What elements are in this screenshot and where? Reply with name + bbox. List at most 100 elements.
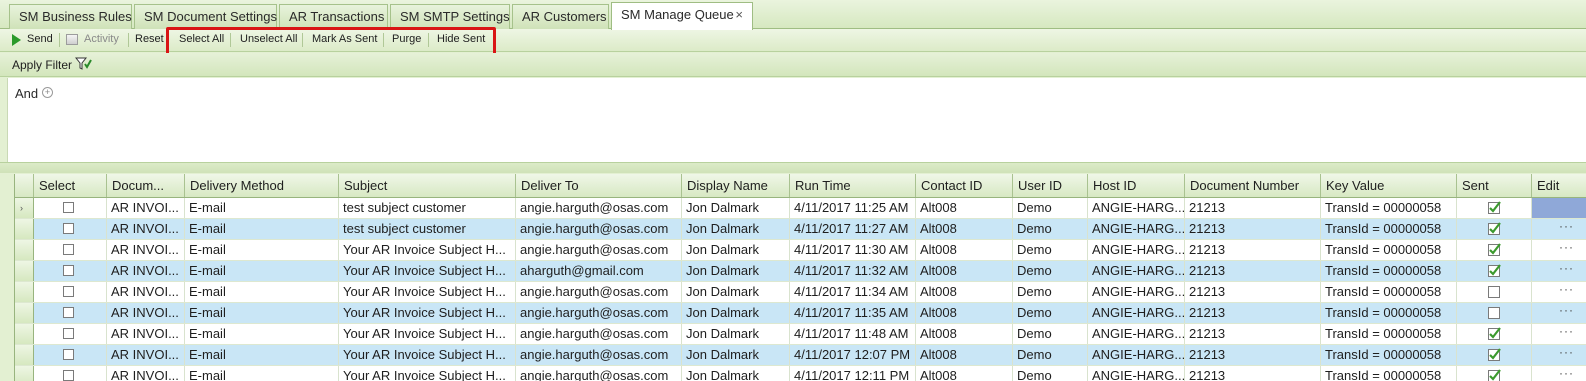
table-row[interactable]: › AR INVOI... E-mail test subject customer a…	[15, 198, 1586, 219]
table-row[interactable]: AR INVOI... E-mail Your AR Invoice Subject…	[15, 240, 1586, 261]
sent-unchecked-icon[interactable]	[1488, 306, 1501, 319]
select-checkbox[interactable]	[63, 328, 74, 339]
cell-deliver-to: angie.harguth@osas.com	[516, 324, 682, 344]
sent-checked-icon[interactable]	[1488, 369, 1501, 381]
select-checkbox[interactable]	[63, 223, 74, 234]
close-tab-icon[interactable]: ×	[735, 3, 743, 26]
column-header-user-id[interactable]: User ID	[1013, 174, 1088, 197]
select-checkbox[interactable]	[63, 286, 74, 297]
edit-button[interactable]: ···	[1532, 303, 1586, 323]
select-checkbox[interactable]	[63, 370, 74, 381]
edit-button[interactable]: ···	[1532, 219, 1586, 239]
table-row[interactable]: AR INVOI... E-mail Your AR Invoice Subject…	[15, 282, 1586, 303]
cell-host-id: ANGIE-HARG...	[1088, 324, 1185, 344]
cell-sent	[1457, 303, 1532, 323]
filter-and-operator[interactable]: And	[15, 86, 38, 101]
table-row[interactable]: AR INVOI... E-mail Your AR Invoice Subject…	[15, 324, 1586, 345]
sent-checked-icon[interactable]	[1488, 327, 1501, 340]
sent-checked-icon[interactable]	[1488, 201, 1501, 214]
select-checkbox[interactable]	[63, 349, 74, 360]
edit-button[interactable]	[1532, 198, 1586, 218]
cell-key-value: TransId = 00000058	[1321, 240, 1457, 260]
sent-checked-icon[interactable]	[1488, 348, 1501, 361]
edit-button[interactable]: ···	[1532, 261, 1586, 281]
reset-button[interactable]: Reset	[135, 29, 164, 51]
edit-button[interactable]: ···	[1532, 240, 1586, 260]
cell-delivery-method: E-mail	[185, 219, 339, 239]
table-row[interactable]: AR INVOI... E-mail test subject customer an…	[15, 219, 1586, 240]
table-row[interactable]: AR INVOI... E-mail Your AR Invoice Subject…	[15, 303, 1586, 324]
cell-sent	[1457, 240, 1532, 260]
send-button[interactable]: Send	[27, 29, 53, 51]
tab-sm-business-rules[interactable]: SM Business Rules	[9, 4, 132, 29]
cell-run-time: 4/11/2017 11:34 AM	[790, 282, 916, 302]
column-header-subject[interactable]: Subject	[339, 174, 516, 197]
edit-button[interactable]: ···	[1532, 345, 1586, 365]
row-indicator[interactable]	[15, 324, 34, 344]
row-indicator[interactable]	[15, 219, 34, 239]
column-header-document[interactable]: Docum...	[107, 174, 185, 197]
tab-sm-document-settings[interactable]: SM Document Settings	[134, 4, 277, 29]
column-header-run-time[interactable]: Run Time	[790, 174, 916, 197]
cell-deliver-to: aharguth@gmail.com	[516, 261, 682, 281]
column-header-contact-id[interactable]: Contact ID	[916, 174, 1013, 197]
table-row[interactable]: AR INVOI... E-mail Your AR Invoice Subject…	[15, 261, 1586, 282]
sent-unchecked-icon[interactable]	[1488, 285, 1501, 298]
cell-delivery-method: E-mail	[185, 303, 339, 323]
add-condition-icon[interactable]: +	[42, 87, 53, 98]
tab-sm-smtp-settings[interactable]: SM SMTP Settings	[390, 4, 510, 29]
sent-checked-icon[interactable]	[1488, 243, 1501, 256]
column-header-host-id[interactable]: Host ID	[1088, 174, 1185, 197]
cell-deliver-to: angie.harguth@osas.com	[516, 366, 682, 381]
apply-filter-button[interactable]: Apply Filter	[12, 58, 72, 72]
purge-button[interactable]: Purge	[392, 29, 421, 51]
select-checkbox[interactable]	[63, 244, 74, 255]
cell-select	[34, 240, 107, 260]
mark-as-sent-button[interactable]: Mark As Sent	[312, 29, 377, 51]
select-checkbox[interactable]	[63, 307, 74, 318]
edit-button[interactable]: ···	[1532, 282, 1586, 302]
unselect-all-button[interactable]: Unselect All	[240, 29, 297, 51]
column-header-delivery-method[interactable]: Delivery Method	[185, 174, 339, 197]
cell-delivery-method: E-mail	[185, 282, 339, 302]
cell-sent	[1457, 219, 1532, 239]
cell-key-value: TransId = 00000058	[1321, 261, 1457, 281]
hide-sent-button[interactable]: Hide Sent	[437, 29, 485, 51]
cell-run-time: 4/11/2017 11:30 AM	[790, 240, 916, 260]
activity-button[interactable]: Activity	[84, 29, 119, 51]
cell-delivery-method: E-mail	[185, 324, 339, 344]
row-indicator[interactable]	[15, 282, 34, 302]
row-indicator[interactable]: ›	[15, 198, 34, 218]
column-header-display-name[interactable]: Display Name	[682, 174, 790, 197]
edit-button[interactable]: ···	[1532, 324, 1586, 344]
table-row[interactable]: AR INVOI... E-mail Your AR Invoice Subject…	[15, 366, 1586, 381]
select-all-button[interactable]: Select All	[179, 29, 224, 51]
select-checkbox[interactable]	[63, 202, 74, 213]
cell-delivery-method: E-mail	[185, 366, 339, 381]
row-indicator[interactable]	[15, 261, 34, 281]
tab-ar-customers[interactable]: AR Customers	[512, 4, 609, 29]
tab-sm-manage-queue[interactable]: SM Manage Queue ×	[611, 2, 753, 30]
column-header-deliver-to[interactable]: Deliver To	[516, 174, 682, 197]
column-header-sent[interactable]: Sent	[1457, 174, 1532, 197]
tab-ar-transactions[interactable]: AR Transactions	[279, 4, 388, 29]
column-header-edit[interactable]: Edit	[1532, 174, 1586, 197]
sent-checked-icon[interactable]	[1488, 264, 1501, 277]
row-indicator[interactable]	[15, 366, 34, 381]
row-indicator[interactable]	[15, 303, 34, 323]
edit-button[interactable]: ···	[1532, 366, 1586, 381]
column-header-document-number[interactable]: Document Number	[1185, 174, 1321, 197]
row-indicator[interactable]	[15, 345, 34, 365]
send-play-icon[interactable]	[12, 34, 21, 46]
select-checkbox[interactable]	[63, 265, 74, 276]
cell-run-time: 4/11/2017 12:07 PM	[790, 345, 916, 365]
column-header-select[interactable]: Select	[34, 174, 107, 197]
table-row[interactable]: AR INVOI... E-mail Your AR Invoice Subject…	[15, 345, 1586, 366]
cell-user-id: Demo	[1013, 198, 1088, 218]
filter-funnel-icon[interactable]	[75, 56, 92, 72]
sent-checked-icon[interactable]	[1488, 222, 1501, 235]
column-header-key-value[interactable]: Key Value	[1321, 174, 1457, 197]
cell-document-number: 21213	[1185, 261, 1321, 281]
panel-splitter[interactable]	[0, 162, 1586, 173]
row-indicator[interactable]	[15, 240, 34, 260]
